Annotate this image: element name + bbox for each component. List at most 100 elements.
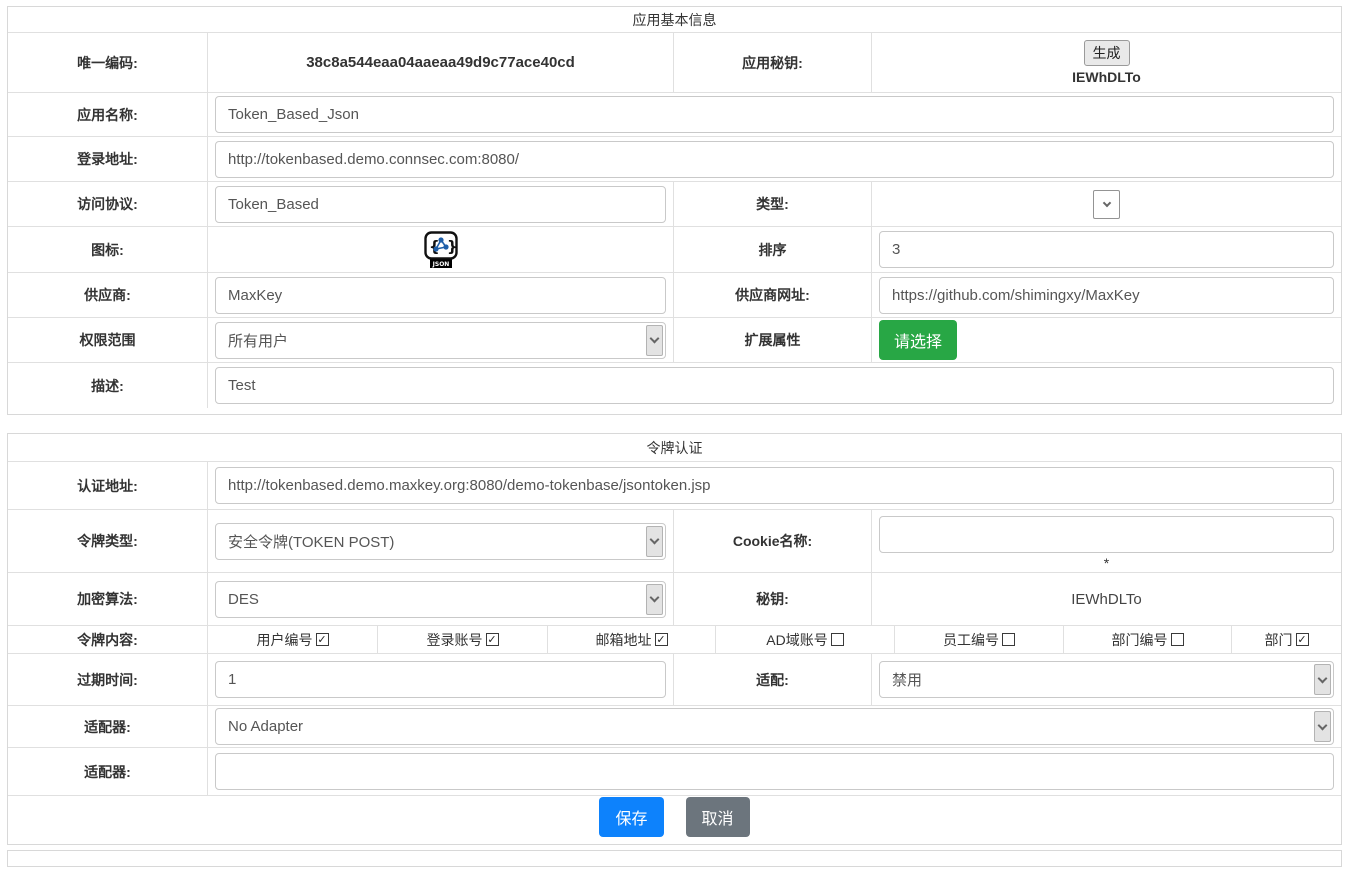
secret-value: IEWhDLTo — [879, 591, 1334, 608]
row-algorithm-secret: 加密算法: DES 秘钥: IEWhDLTo — [8, 572, 1341, 625]
type-label: 类型: — [673, 182, 871, 226]
auth-url-cell — [207, 462, 1341, 509]
app-name-input[interactable] — [215, 96, 1334, 133]
token-content-item-email[interactable]: 邮箱地址 — [547, 626, 715, 653]
adapt-select[interactable]: 禁用 — [879, 661, 1334, 698]
token-content-item-userid[interactable]: 用户编号 — [207, 626, 377, 653]
vendor-label: 供应商: — [8, 273, 207, 317]
row-adapter-select: 适配器: No Adapter — [8, 705, 1341, 747]
adapter-select-cell: No Adapter — [207, 706, 1341, 747]
login-url-cell — [207, 137, 1341, 181]
unique-code-value: 38c8a544eaa04aaeaa49d9c77ace40cd — [215, 54, 666, 71]
login-url-label: 登录地址: — [8, 137, 207, 181]
adapter-select[interactable]: No Adapter — [215, 708, 1334, 745]
chevron-down-icon — [1314, 711, 1331, 742]
auth-url-input[interactable] — [215, 467, 1334, 504]
required-mark: * — [1104, 556, 1109, 570]
row-vendor: 供应商: 供应商网址: — [8, 272, 1341, 317]
description-input[interactable] — [215, 367, 1334, 404]
token-auth-panel-title: 令牌认证 — [8, 434, 1341, 462]
sort-cell — [871, 227, 1341, 272]
vendor-cell — [207, 273, 673, 317]
cookie-name-input[interactable] — [879, 516, 1334, 553]
secret-cell: IEWhDLTo — [871, 573, 1341, 625]
algorithm-select[interactable]: DES — [215, 581, 666, 618]
checkbox-icon[interactable] — [316, 633, 329, 646]
description-cell — [207, 363, 1341, 408]
token-content-item-label: 员工编号 — [943, 630, 999, 650]
adapter-select-value: No Adapter — [228, 718, 303, 735]
token-type-select-value: 安全令牌(TOKEN POST) — [228, 531, 394, 552]
unique-code-cell: 38c8a544eaa04aaeaa49d9c77ace40cd — [207, 33, 673, 92]
algorithm-cell: DES — [207, 573, 673, 625]
row-expiry-adapt: 过期时间: 适配: 禁用 — [8, 653, 1341, 705]
icon-label: 图标: — [8, 227, 207, 272]
type-cell — [871, 182, 1341, 226]
checkbox-icon[interactable] — [1171, 633, 1184, 646]
vendor-url-input[interactable] — [879, 277, 1334, 314]
algorithm-label: 加密算法: — [8, 573, 207, 625]
row-scope-ext: 权限范围 所有用户 扩展属性 请选择 — [8, 317, 1341, 362]
save-button[interactable]: 保存 — [599, 797, 663, 837]
scope-select-value: 所有用户 — [228, 330, 288, 351]
cookie-name-cell: * — [871, 510, 1341, 572]
row-protocol-type: 访问协议: 类型: — [8, 181, 1341, 226]
cancel-button[interactable]: 取消 — [686, 797, 750, 837]
expiry-cell — [207, 654, 673, 705]
token-content-item-dept[interactable]: 部门 — [1231, 626, 1341, 653]
json-icon: { } JSON — [424, 231, 458, 269]
basic-info-panel: 应用基本信息 唯一编码: 38c8a544eaa04aaeaa49d9c77ac… — [7, 6, 1342, 415]
app-name-label: 应用名称: — [8, 93, 207, 136]
vendor-input[interactable] — [215, 277, 666, 314]
svg-text:JSON: JSON — [431, 261, 449, 268]
scope-select[interactable]: 所有用户 — [215, 322, 666, 359]
token-content-item-ad-account[interactable]: AD域账号 — [715, 626, 894, 653]
choose-ext-attr-button[interactable]: 请选择 — [879, 320, 957, 360]
adapter-select-label: 适配器: — [8, 706, 207, 747]
protocol-input[interactable] — [215, 186, 666, 223]
checkbox-icon[interactable] — [1296, 633, 1309, 646]
token-content-item-label: 邮箱地址 — [596, 630, 652, 650]
app-secret-value: IEWhDLTo — [1072, 69, 1141, 85]
expiry-input[interactable] — [215, 661, 666, 698]
row-token-content: 令牌内容: 用户编号 登录账号 邮箱地址 AD域账号 员工编号 部门编号 部门 — [8, 625, 1341, 653]
token-content-item-username[interactable]: 登录账号 — [377, 626, 547, 653]
token-content-item-label: 部门 — [1265, 630, 1293, 650]
checkbox-icon[interactable] — [486, 633, 499, 646]
adapter-input[interactable] — [215, 753, 1334, 790]
row-auth-url: 认证地址: — [8, 462, 1341, 509]
form-actions: 保存 取消 — [8, 795, 1341, 838]
token-content-item-dept-id[interactable]: 部门编号 — [1063, 626, 1231, 653]
row-app-name: 应用名称: — [8, 92, 1341, 136]
icon-cell: { } JSON — [207, 227, 673, 272]
ext-attr-label: 扩展属性 — [673, 318, 871, 362]
token-type-label: 令牌类型: — [8, 510, 207, 572]
generate-secret-button[interactable]: 生成 — [1084, 40, 1130, 66]
sort-input[interactable] — [879, 231, 1334, 268]
token-content-label: 令牌内容: — [8, 626, 207, 653]
sort-label: 排序 — [673, 227, 871, 272]
checkbox-icon[interactable] — [1002, 633, 1015, 646]
protocol-label: 访问协议: — [8, 182, 207, 226]
checkbox-icon[interactable] — [655, 633, 668, 646]
token-content-item-employee-id[interactable]: 员工编号 — [894, 626, 1063, 653]
description-label: 描述: — [8, 363, 207, 408]
checkbox-icon[interactable] — [831, 633, 844, 646]
row-login-url: 登录地址: — [8, 136, 1341, 181]
token-content-item-label: AD域账号 — [766, 630, 827, 650]
vendor-url-cell — [871, 273, 1341, 317]
unique-code-label: 唯一编码: — [8, 33, 207, 92]
app-secret-cell: 生成 IEWhDLTo — [871, 33, 1341, 92]
scope-cell: 所有用户 — [207, 318, 673, 362]
secret-label: 秘钥: — [673, 573, 871, 625]
row-icon-sort: 图标: { } JSON 排序 — [8, 226, 1341, 272]
login-url-input[interactable] — [215, 141, 1334, 178]
app-secret-label: 应用秘钥: — [673, 33, 871, 92]
token-type-cell: 安全令牌(TOKEN POST) — [207, 510, 673, 572]
row-description: 描述: — [8, 362, 1341, 408]
footer-empty-panel — [7, 850, 1342, 867]
token-type-select[interactable]: 安全令牌(TOKEN POST) — [215, 523, 666, 560]
scope-label: 权限范围 — [8, 318, 207, 362]
auth-url-label: 认证地址: — [8, 462, 207, 509]
type-select[interactable] — [1093, 190, 1120, 219]
